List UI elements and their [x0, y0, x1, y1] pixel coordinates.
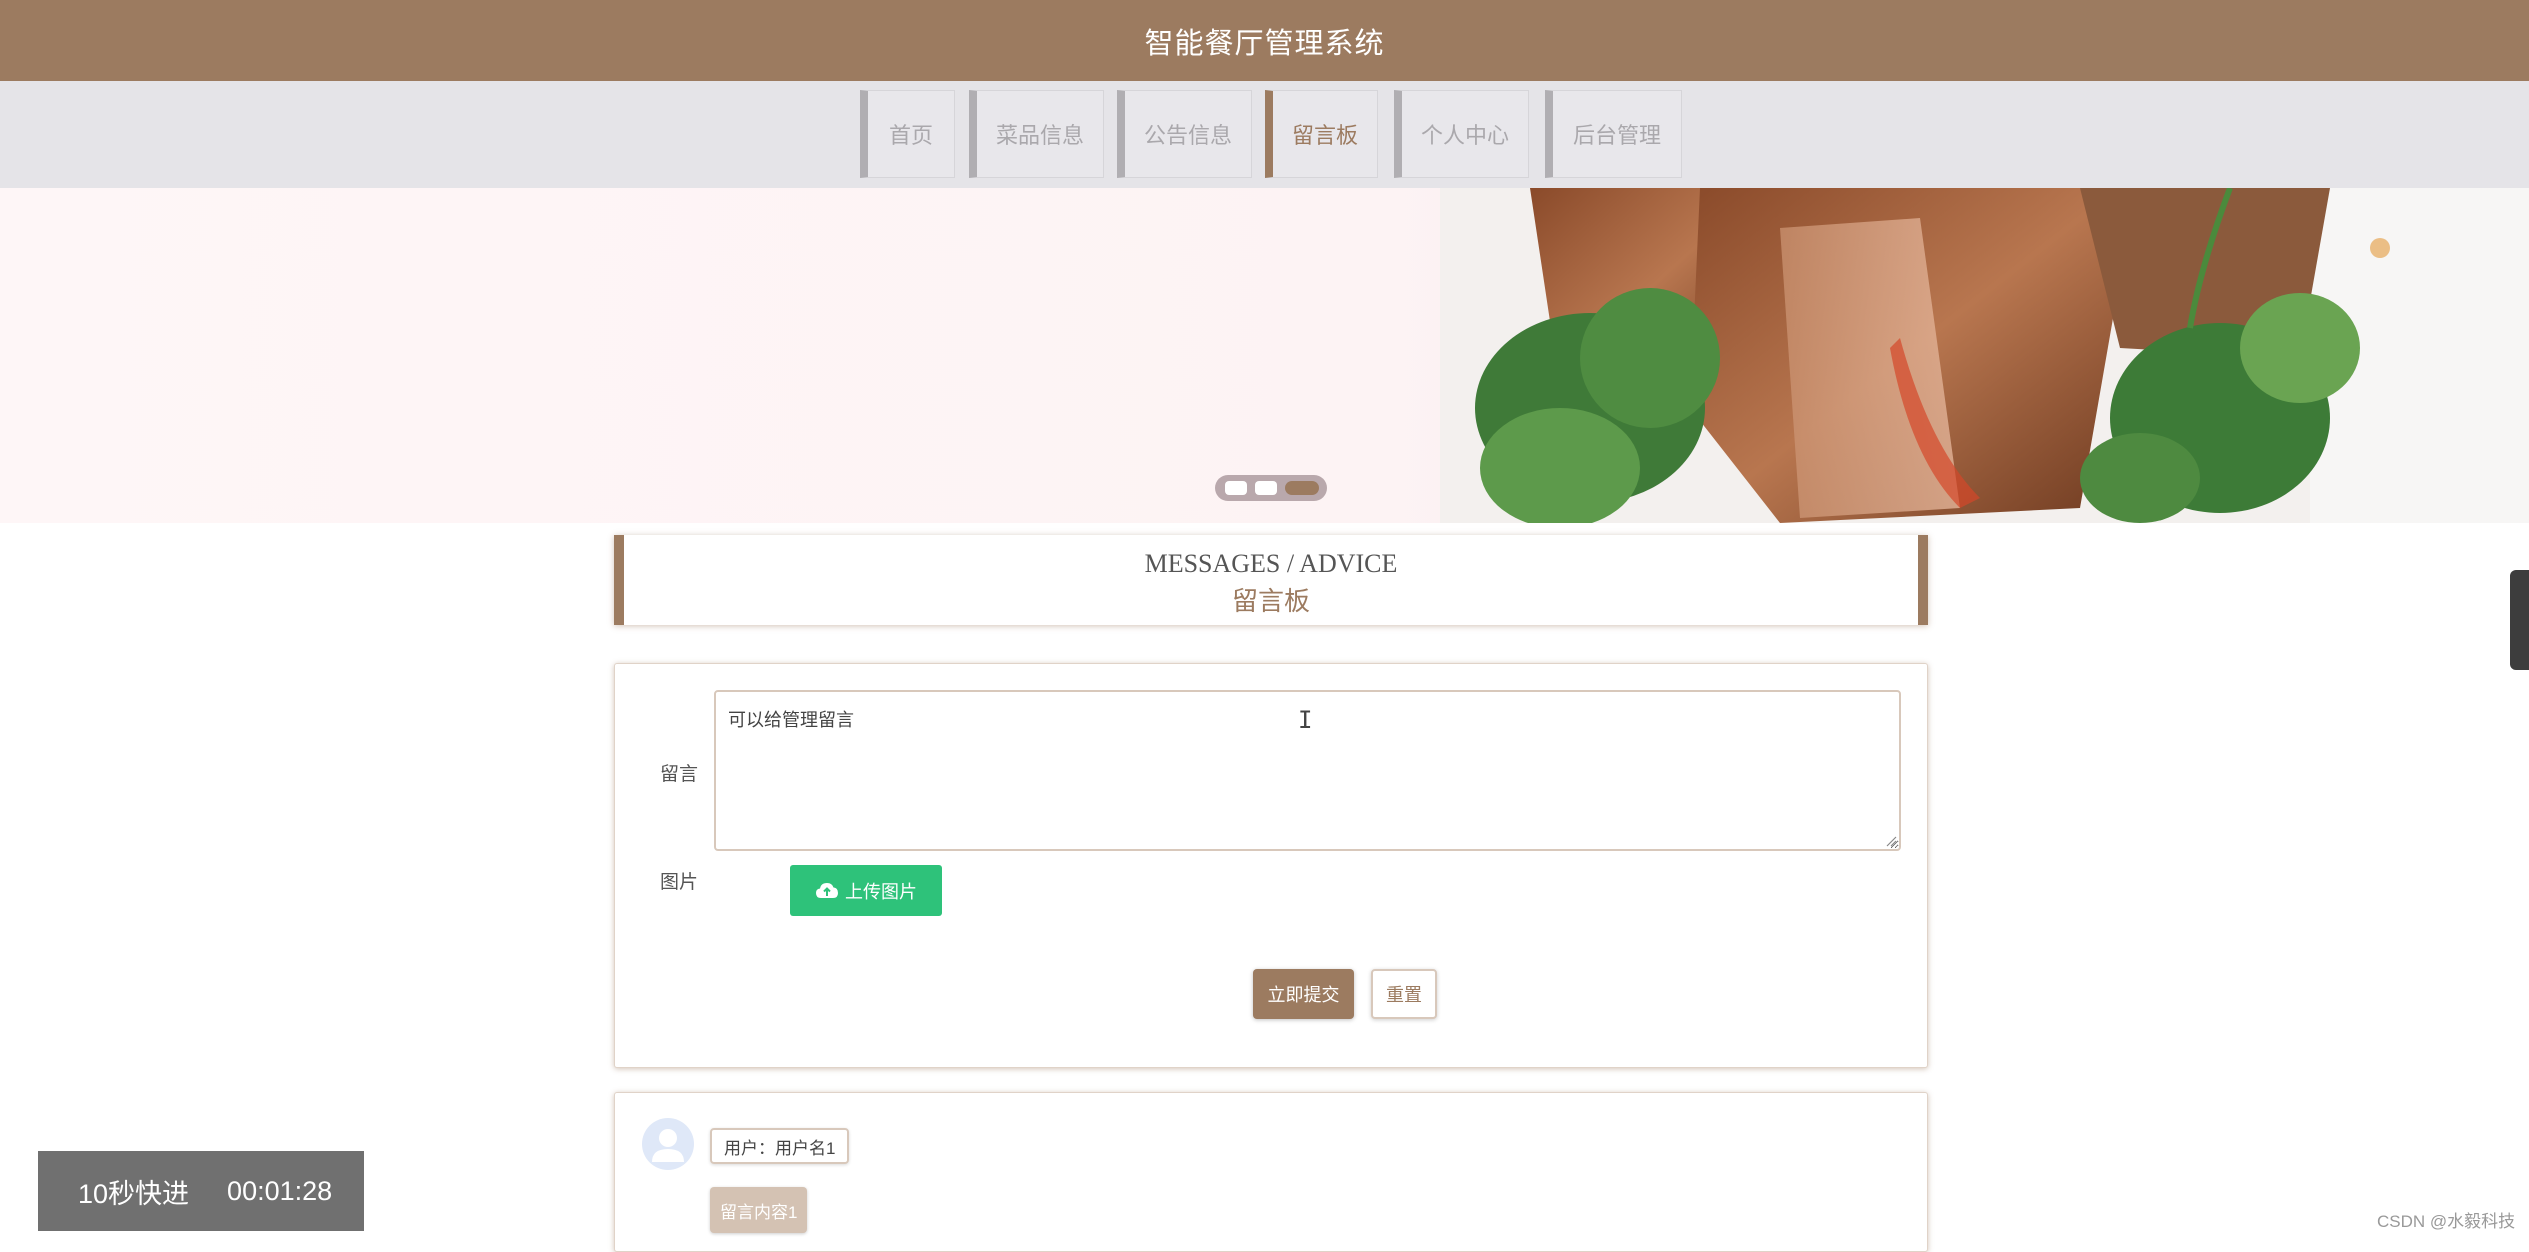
video-overlay: 10秒快进 00:01:28 [38, 1151, 364, 1231]
carousel-dot-active[interactable] [1285, 481, 1319, 495]
text-cursor-icon: I [1298, 706, 1313, 734]
user-avatar-icon [652, 1129, 684, 1162]
section-title-cn: 留言板 [1231, 587, 1310, 616]
carousel-indicators [1215, 475, 1327, 501]
nav-item-label: 菜品信息 [995, 123, 1084, 148]
main-nav: 首页 菜品信息 公告信息 留言板 个人中心 后台管理 [0, 81, 2529, 188]
nav-item-dishes[interactable]: 菜品信息 [969, 90, 1104, 178]
cloud-upload-icon [816, 882, 838, 898]
watermark: CSDN @水毅科技 [2377, 1212, 2516, 1231]
nav-item-label: 留言板 [1291, 123, 1358, 148]
upload-image-button[interactable]: 上传图片 [790, 865, 942, 916]
resize-handle-icon[interactable] [1885, 835, 1897, 847]
nav-item-label: 公告信息 [1143, 123, 1232, 148]
nav-item-admin[interactable]: 后台管理 [1545, 90, 1682, 178]
message-item: 用户：用户名1 留言内容1 [614, 1092, 1928, 1252]
nav-item-label: 个人中心 [1420, 123, 1509, 148]
carousel-dot[interactable] [1255, 481, 1277, 495]
top-header: 智能餐厅管理系统 [0, 0, 2529, 81]
skip-forward-button[interactable]: 10秒快进 [78, 1172, 189, 1211]
nav-item-message-board[interactable]: 留言板 [1265, 90, 1378, 178]
message-form: 留言 I 图片 上传图片 立即提交 重置 [614, 663, 1928, 1068]
site-title: 智能餐厅管理系统 [1144, 27, 1385, 60]
carousel-dot[interactable] [1225, 481, 1247, 495]
upload-button-label: 上传图片 [845, 881, 917, 902]
nav-item-notices[interactable]: 公告信息 [1117, 90, 1252, 178]
nav-item-personal-center[interactable]: 个人中心 [1394, 90, 1529, 178]
submit-button[interactable]: 立即提交 [1253, 969, 1354, 1019]
user-avatar [642, 1118, 694, 1170]
section-heading: MESSAGES / ADVICE 留言板 [614, 535, 1928, 625]
side-float-tab[interactable] [2510, 570, 2529, 670]
message-content: 留言内容1 [710, 1187, 808, 1233]
reset-button[interactable]: 重置 [1371, 969, 1437, 1019]
message-username: 用户：用户名1 [710, 1128, 850, 1164]
video-timestamp: 00:01:28 [227, 1175, 333, 1206]
section-title-en: MESSAGES / ADVICE [1144, 549, 1398, 578]
nav-item-label: 首页 [888, 123, 933, 148]
image-label: 图片 [660, 872, 699, 893]
message-label: 留言 [660, 764, 699, 785]
banner-food-image [1440, 188, 2529, 523]
nav-item-home[interactable]: 首页 [860, 90, 955, 178]
nav-item-label: 后台管理 [1572, 123, 1661, 148]
banner-carousel[interactable] [0, 188, 2529, 523]
